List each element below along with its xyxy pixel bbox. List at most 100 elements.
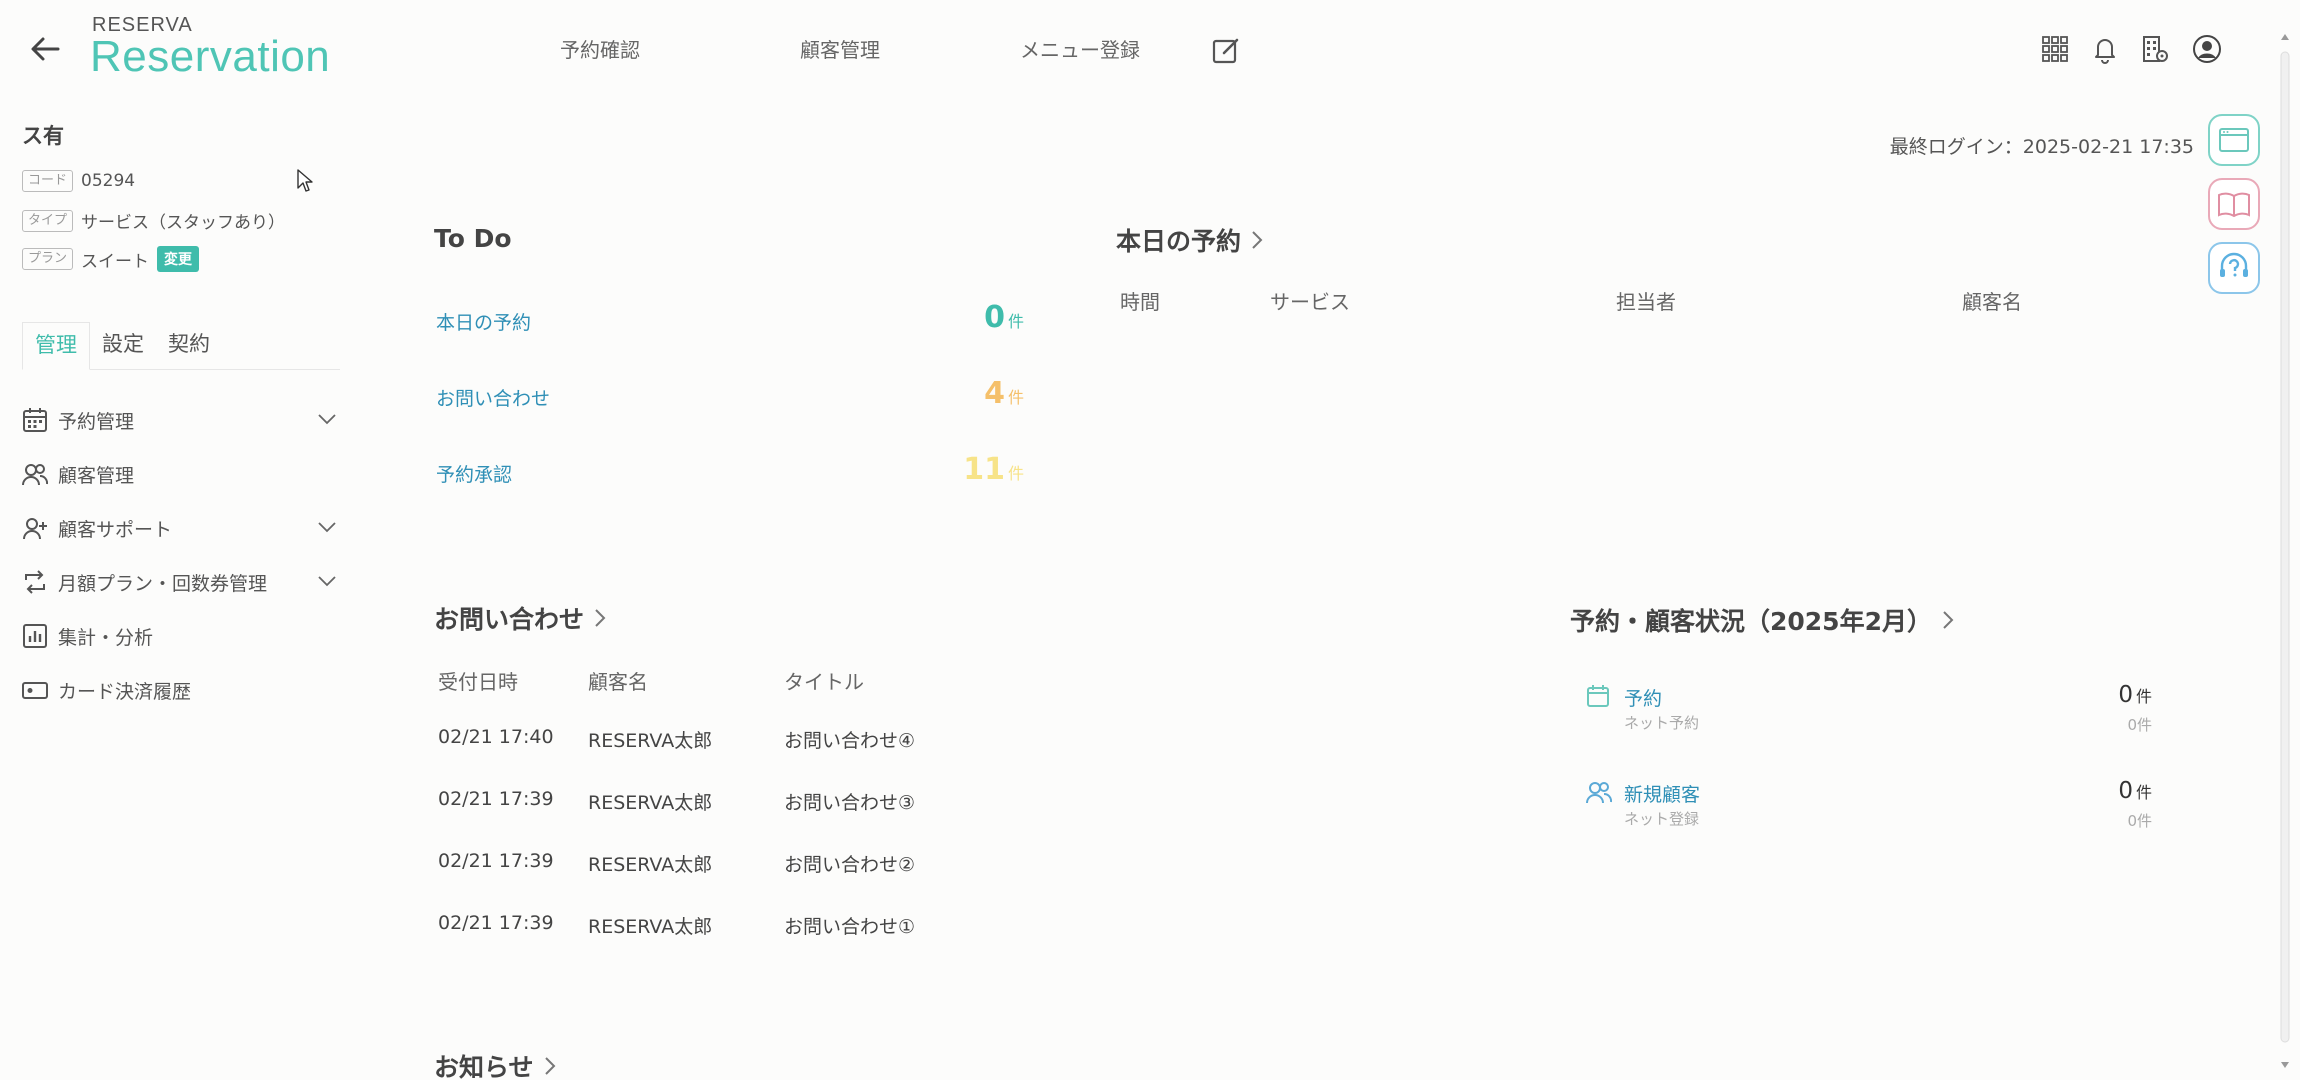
manual-book-button[interactable]	[2208, 178, 2260, 230]
code-row: コード 05294	[22, 170, 135, 192]
inquiry-date: 02/21 17:40	[438, 726, 554, 748]
type-value: サービス（スタッフあり）	[81, 213, 286, 233]
status-sublabel: ネット登録	[1624, 810, 1700, 828]
plan-row: プラン スイート 変更	[22, 246, 200, 272]
organization-name: ス有	[22, 124, 64, 148]
change-plan-button[interactable]: 変更	[157, 246, 200, 272]
count-unit: 件	[1007, 312, 1024, 331]
status-value: 0件	[2118, 682, 2152, 708]
sidebar-item-analytics[interactable]: 集計・分析	[22, 616, 340, 656]
table-row[interactable]: 02/21 17:39 RESERVA太郎 お問い合わせ②	[438, 850, 1038, 880]
today-title-text: 本日の予約	[1116, 227, 1242, 256]
bell-icon[interactable]	[2090, 34, 2120, 64]
count-value: 4	[984, 376, 1005, 411]
help-support-button[interactable]	[2208, 242, 2260, 294]
status-subvalue: 0件	[2127, 812, 2152, 830]
sidebar-item-customer-management[interactable]: 顧客管理	[22, 454, 340, 494]
news-title[interactable]: お知らせ	[434, 1048, 556, 1080]
users-icon	[1586, 780, 1612, 804]
col-received-at: 受付日時	[438, 670, 518, 694]
sidebar-item-label: カード決済履歴	[58, 680, 192, 703]
sidebar-item-label: 予約管理	[58, 410, 135, 433]
chevron-down-icon	[318, 574, 336, 588]
bar-chart-icon	[22, 623, 48, 649]
chevron-down-icon	[318, 412, 336, 426]
sidebar-item-label: 顧客サポート	[58, 518, 173, 541]
today-reservations-title[interactable]: 本日の予約	[1116, 222, 1263, 258]
status-subvalue: 0件	[2127, 716, 2152, 734]
inquiries-title[interactable]: お問い合わせ	[434, 600, 606, 636]
nav-customer-management[interactable]: 顧客管理	[800, 34, 880, 63]
todo-title-text: To Do	[434, 224, 512, 253]
back-arrow-icon[interactable]	[30, 36, 60, 62]
chevron-down-icon	[318, 520, 336, 534]
type-row: タイプ サービス（スタッフあり）	[22, 208, 285, 233]
code-value: 05294	[81, 171, 136, 191]
status-new-customers[interactable]: 新規顧客 ネット登録 0件 0件	[1586, 778, 2152, 838]
last-login: 最終ログイン：2025-02-21 17:35	[1889, 136, 2194, 158]
sidebar-item-customer-support[interactable]: 顧客サポート	[22, 508, 340, 548]
inquiry-title: お問い合わせ③	[784, 792, 916, 814]
value-number: 0	[2118, 682, 2133, 708]
repeat-icon	[22, 569, 48, 595]
status-label: 新規顧客	[1624, 784, 1701, 806]
count-value: 0	[984, 300, 1005, 335]
nav-reservation-check[interactable]: 予約確認	[560, 34, 640, 63]
status-label: 予約	[1624, 688, 1663, 710]
col-staff: 担当者	[1616, 290, 1676, 314]
sidebar-tabs: 管理 設定 契約	[22, 318, 340, 370]
headset-help-icon	[2217, 251, 2251, 285]
todo-inquiries-link[interactable]: お問い合わせ	[436, 384, 550, 411]
chevron-right-icon	[1251, 230, 1263, 250]
todo-approval-link[interactable]: 予約承認	[436, 460, 512, 487]
chevron-right-icon	[1942, 610, 1954, 630]
tab-contract[interactable]: 契約	[156, 322, 222, 369]
tab-management[interactable]: 管理	[22, 322, 90, 370]
status-reservations[interactable]: 予約 ネット予約 0件 0件	[1586, 682, 2152, 742]
todo-approval-count: 11 件	[963, 452, 1024, 487]
table-row[interactable]: 02/21 17:40 RESERVA太郎 お問い合わせ④	[438, 726, 1038, 756]
building-settings-icon[interactable]	[2140, 34, 2170, 64]
browser-window-icon	[2218, 126, 2250, 154]
col-customer-name: 顧客名	[1962, 290, 2022, 314]
status-title-text: 予約・顧客状況（2025年2月）	[1570, 607, 1932, 636]
sidebar-item-card-payment-history[interactable]: カード決済履歴	[22, 670, 340, 710]
sidebar-item-reservation-management[interactable]: 予約管理	[22, 400, 340, 440]
browser-window-button[interactable]	[2208, 114, 2260, 166]
todo-today-reservations-link[interactable]: 本日の予約	[436, 308, 531, 335]
inquiry-title: お問い合わせ②	[784, 854, 916, 876]
value-unit: 件	[2135, 687, 2152, 706]
user-account-icon[interactable]	[2192, 34, 2222, 64]
plan-tag: プラン	[22, 248, 74, 270]
nav-menu-registration[interactable]: メニュー登録	[1020, 34, 1140, 63]
todo-title: To Do	[434, 224, 512, 253]
inquiry-date: 02/21 17:39	[438, 912, 554, 934]
user-plus-icon	[22, 515, 48, 541]
count-value: 11	[963, 452, 1005, 487]
users-icon	[22, 461, 48, 487]
sidebar-item-label: 顧客管理	[58, 464, 135, 487]
inquiry-title: お問い合わせ④	[784, 730, 916, 752]
news-title-text: お知らせ	[434, 1053, 534, 1080]
todo-today-count: 0件	[984, 300, 1024, 335]
brand-logo[interactable]: Reservation	[90, 32, 330, 82]
tab-settings[interactable]: 設定	[90, 322, 156, 369]
table-row[interactable]: 02/21 17:39 RESERVA太郎 お問い合わせ③	[438, 788, 1038, 818]
table-row[interactable]: 02/21 17:39 RESERVA太郎 お問い合わせ①	[438, 912, 1038, 942]
calendar-icon	[1586, 684, 1610, 708]
chevron-right-icon	[594, 608, 606, 628]
inquiry-date: 02/21 17:39	[438, 850, 554, 872]
inquiries-title-text: お問い合わせ	[434, 605, 585, 634]
col-inquiry-customer: 顧客名	[588, 670, 648, 694]
type-tag: タイプ	[22, 209, 74, 232]
inquiry-customer: RESERVA太郎	[588, 854, 713, 876]
status-title[interactable]: 予約・顧客状況（2025年2月）	[1570, 602, 1954, 638]
status-sublabel: ネット予約	[1624, 714, 1700, 732]
apps-grid-icon[interactable]	[2040, 34, 2070, 64]
edit-icon[interactable]	[1212, 36, 1240, 64]
scrollbar[interactable]	[2278, 26, 2292, 1076]
col-time: 時間	[1120, 290, 1160, 314]
sidebar-item-label: 集計・分析	[58, 626, 154, 649]
sidebar-item-monthly-plan[interactable]: 月額プラン・回数券管理	[22, 562, 340, 602]
count-unit: 件	[1007, 388, 1024, 407]
